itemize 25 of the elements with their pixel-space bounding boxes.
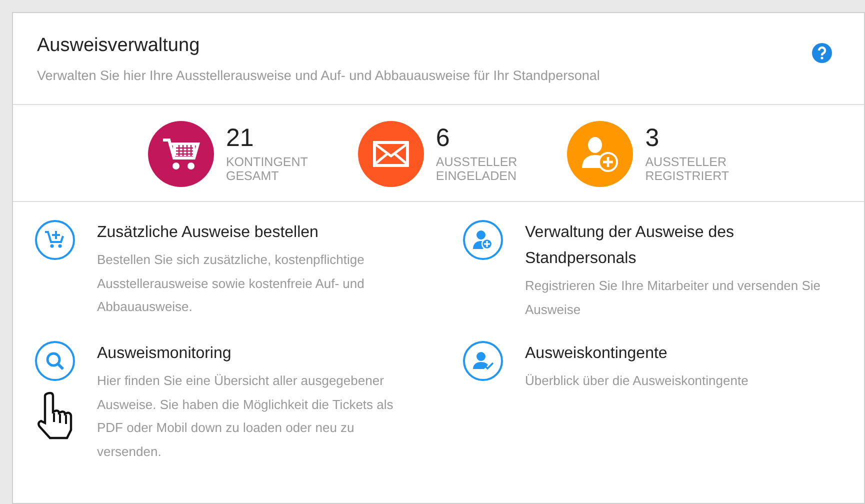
action-title[interactable]: Verwaltung der Ausweise des Standpersonals <box>525 220 825 272</box>
stat-value: 6 <box>436 124 451 152</box>
page-subtitle: Verwalten Sie hier Ihre Ausstellerausweise und Auf- und Abbauausweise für Ihr Standpersonal <box>37 66 600 85</box>
cart-plus-icon <box>44 230 66 250</box>
action-description: Bestellen Sie sich zusätzliche, kostenpflichtige Ausstellerausweise sowie kostenfreie Auf- und Abbauausweise. <box>97 251 366 316</box>
action-title[interactable]: Zusätzliche Ausweise bestellen <box>97 220 407 246</box>
search-icon <box>45 351 65 372</box>
action-description: Überblick über die Ausweiskontingente <box>525 372 750 390</box>
icon-ring[interactable] <box>35 220 75 260</box>
icon-ring[interactable] <box>463 220 503 260</box>
action-description: Registrieren Sie Ihre Mitarbeiter und versenden Sie Ausweise <box>525 277 822 319</box>
user-check-icon <box>472 351 494 372</box>
icon-ring[interactable] <box>463 341 503 382</box>
page-title: Ausweisverwaltung <box>37 35 201 58</box>
action-title[interactable]: Ausweiskontingente <box>525 341 825 368</box>
user-plus-icon <box>472 229 494 252</box>
stat-value: 3 <box>645 124 660 152</box>
icon-ring[interactable] <box>35 341 75 382</box>
help-icon[interactable] <box>812 43 832 63</box>
stat-label: AUSSTELLER REGISTRIERT <box>645 156 730 184</box>
stat-label: KONTINGENT GESAMT <box>226 156 308 184</box>
action-title[interactable]: Ausweismonitoring <box>97 341 407 368</box>
action-description: Hier finden Sie eine Übersicht aller ausgegebener Ausweise. Sie haben die Möglichkeit die Tickets als PDF oder Mobil down zu loaden oder neu zu versenden. <box>97 372 394 461</box>
stat-label: AUSSTELLER EINGELADEN <box>436 156 518 184</box>
stat-value: 21 <box>226 124 255 152</box>
